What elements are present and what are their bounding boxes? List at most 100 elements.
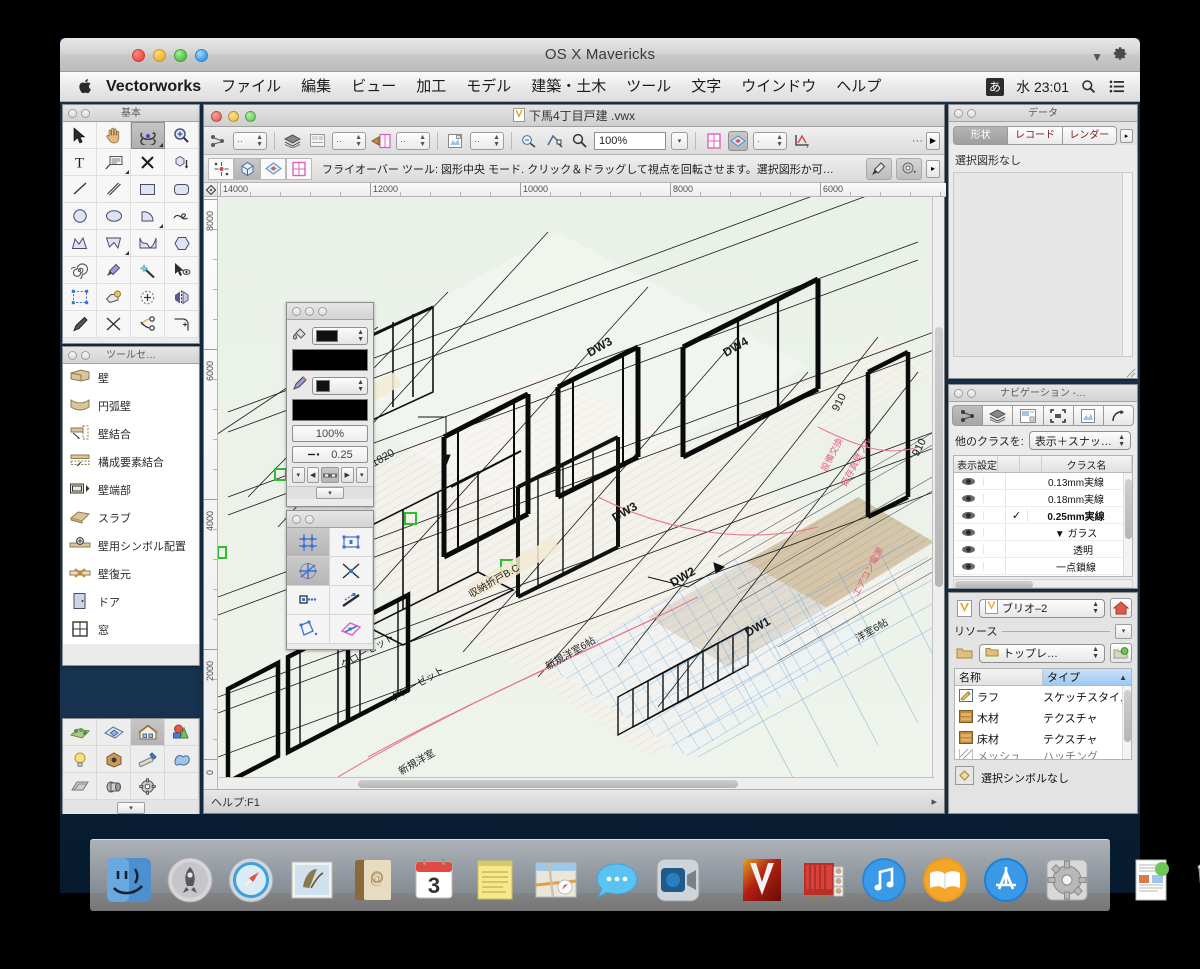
renderworks-icon[interactable] [131, 746, 165, 773]
toolset-item-wall-heal[interactable]: 壁復元 [63, 560, 199, 588]
contacts-icon[interactable]: @ [348, 855, 398, 905]
maps-icon[interactable] [531, 855, 581, 905]
snap-to-intersection-icon[interactable] [330, 557, 373, 586]
rectangle-tool[interactable] [131, 176, 165, 203]
palette-collapse-button[interactable] [305, 515, 314, 524]
horizontal-ruler[interactable]: 14000 12000 10000 8000 6000 [218, 183, 946, 197]
zoom-popup-button[interactable]: ▾ [671, 131, 688, 150]
folder-icon[interactable] [954, 643, 974, 663]
fill-color-swatch[interactable] [292, 349, 368, 371]
trash-icon[interactable] [1187, 855, 1200, 905]
line-weight-field[interactable]: 0.25 [292, 446, 368, 463]
palette-collapse-button[interactable] [81, 109, 90, 118]
select-arrows[interactable]: ▲ ▼ [1092, 601, 1099, 615]
palette-close-button[interactable] [954, 389, 963, 398]
site-modifier-icon[interactable] [63, 719, 97, 746]
menu-app-name[interactable]: Vectorworks [96, 73, 211, 101]
resource-file-select[interactable]: ブリオ–2 ▲ ▼ [979, 598, 1105, 618]
mirror-tool[interactable] [165, 284, 199, 311]
canvas-horizontal-scrollbar[interactable] [218, 777, 934, 789]
attributes-more-button[interactable]: ▾ [316, 487, 344, 499]
column-name[interactable]: 名称 [955, 669, 1043, 685]
freehand-tool[interactable] [165, 203, 199, 230]
snap-to-angle-icon[interactable] [287, 557, 330, 586]
notes-icon[interactable] [470, 855, 520, 905]
toolset-item-wall-join[interactable]: 壁結合 [63, 420, 199, 448]
toolset-item-wall-symbol-insert[interactable]: 壁用シンボル配置 [63, 532, 199, 560]
snap-grid-icon[interactable] [519, 131, 539, 151]
menubar-clock[interactable]: 水 23:01 [1016, 77, 1069, 97]
document-minimize-button[interactable] [228, 111, 239, 122]
scissors-tool[interactable] [131, 311, 165, 338]
toolset-item-wall[interactable]: 壁 [63, 364, 199, 392]
classes-vertical-scrollbar[interactable] [1123, 473, 1132, 576]
visibility-eye-icon[interactable] [954, 476, 984, 486]
stepper-arrows[interactable]: ▲ ▼ [355, 134, 362, 148]
table-row[interactable]: ▼ ガラス [954, 524, 1132, 541]
fillet-tool[interactable] [165, 311, 199, 338]
render-mode-icon[interactable] [728, 130, 748, 151]
palette-zoom-button[interactable] [318, 307, 327, 316]
zoom-tool[interactable] [165, 122, 199, 149]
ime-indicator[interactable]: あ [986, 77, 1005, 96]
table-row[interactable]: 木材 テクスチャ [955, 707, 1131, 728]
column-type[interactable]: タイプ ▲ [1043, 669, 1131, 685]
line-tool[interactable] [63, 176, 97, 203]
palette-close-button[interactable] [292, 307, 301, 316]
toolset-item-slab[interactable]: スラブ [63, 504, 199, 532]
toolset-list[interactable]: 壁 円弧壁 壁結合 構成要素結合 壁端部 スラブ 壁用シンボル配置 壁復元 ドア… [63, 364, 199, 644]
ellipse-tool[interactable] [97, 203, 131, 230]
mechanical-icon[interactable] [97, 773, 131, 800]
extrude-tool[interactable] [165, 149, 199, 176]
smart-points-icon[interactable] [287, 586, 330, 615]
palette-resize-grip[interactable] [1124, 365, 1136, 378]
render-plane-icon[interactable] [97, 719, 131, 746]
palette-close-button[interactable] [68, 109, 77, 118]
messages-icon[interactable] [592, 855, 642, 905]
document-icon[interactable] [1126, 855, 1176, 905]
search-icon[interactable] [1081, 79, 1097, 95]
light-icon[interactable] [63, 746, 97, 773]
popup-arrows[interactable]: ▲ ▼ [357, 379, 364, 393]
toolset-item-wall-end[interactable]: 壁端部 [63, 476, 199, 504]
vwx-file-icon[interactable] [954, 598, 974, 618]
visibility-eye-icon[interactable] [954, 561, 984, 571]
camera-box-icon[interactable] [97, 746, 131, 773]
class-stepper[interactable]: ·· ▲ ▼ [233, 131, 267, 150]
flyover-center-object-mode[interactable] [208, 157, 234, 180]
menu-item-tools[interactable]: ツール [616, 73, 681, 101]
saved-view-icon[interactable] [445, 131, 465, 151]
ibooks-icon[interactable] [920, 855, 970, 905]
pen-mode-popup[interactable]: ▲ ▼ [312, 376, 368, 395]
snap-to-working-plane-icon[interactable] [330, 615, 373, 644]
resource-folder-select[interactable]: トップレ… ▲ ▼ [979, 643, 1105, 663]
document-zoom-button[interactable] [245, 111, 256, 122]
saved-view-stepper[interactable]: ·· ▲ ▼ [470, 131, 504, 150]
vectorworks-icon[interactable] [737, 855, 787, 905]
spiral-tool[interactable] [63, 257, 97, 284]
classes-table[interactable]: 表示設定 クラス名 0.13mm実線 0.18mm実線 ✓ 0.25mm実線 ▼… [953, 455, 1133, 577]
canvas-vertical-scrollbar[interactable] [932, 197, 944, 791]
other-classes-select[interactable]: 表示＋スナッ… ▲ ▼ [1028, 431, 1131, 450]
snap-to-grid-icon[interactable] [287, 528, 330, 557]
palette-close-button[interactable] [954, 109, 963, 118]
visibility-eye-icon[interactable] [954, 527, 984, 537]
working-plane-icon[interactable]: y [792, 131, 812, 151]
snapping-titlebar[interactable] [287, 511, 373, 528]
facetime-icon[interactable] [653, 855, 703, 905]
stepper-arrows[interactable]: ▲ ▼ [493, 134, 500, 148]
menu-item-text[interactable]: 文字 [681, 73, 731, 101]
resource-vertical-scrollbar[interactable] [1122, 686, 1131, 759]
table-row[interactable]: 透明 [954, 541, 1132, 558]
resource-table[interactable]: 名称 タイプ ▲ ラフ スケッチスタイル 木材 テクスチャ 床材 テクスチャ メ… [954, 668, 1132, 760]
system-preferences-icon[interactable] [1042, 855, 1092, 905]
toolset-titlebar[interactable]: ツールセ… [63, 347, 199, 364]
menu-item-aec[interactable]: 建築・土木 [521, 73, 616, 101]
sheets-tab-icon[interactable] [1072, 405, 1103, 426]
chevron-down-icon[interactable]: ▼ [1091, 50, 1103, 64]
gear-icon[interactable] [1112, 46, 1128, 67]
viewports-tab-icon[interactable] [1012, 405, 1043, 426]
resource-section-menu-button[interactable]: ▾ [1115, 623, 1132, 639]
tool-submenu-indicator[interactable] [125, 170, 129, 174]
palette-collapse-button[interactable] [967, 389, 976, 398]
